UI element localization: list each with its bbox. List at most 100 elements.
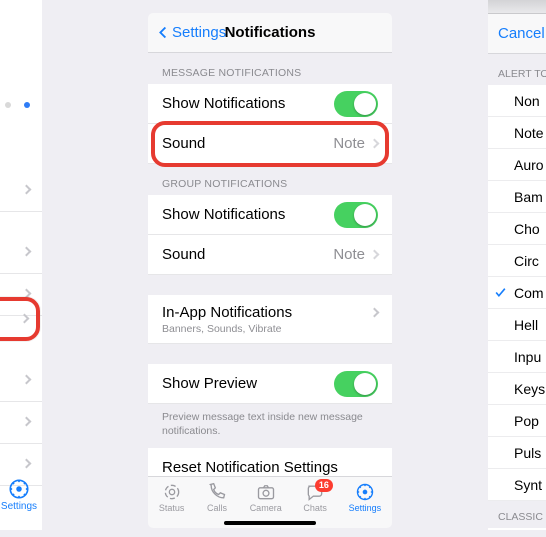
tone-row[interactable]: Puls — [488, 437, 546, 469]
chevron-left-icon — [156, 25, 171, 40]
toggle-switch[interactable] — [334, 202, 378, 228]
tone-row[interactable]: Note — [488, 117, 546, 149]
msg-show-notifications-row[interactable]: Show Notifications — [148, 84, 392, 124]
tone-label: Inpu — [514, 349, 541, 365]
home-indicator — [224, 521, 316, 525]
spacer — [148, 344, 392, 364]
switch-knob — [354, 93, 376, 115]
left-screen-partial: Settings — [0, 0, 42, 530]
tone-label: Hell — [514, 317, 538, 333]
notifications-screen: Settings Notifications MESSAGE NOTIFICAT… — [148, 13, 392, 528]
sheet-grabber — [488, 0, 546, 14]
tone-label: Synt — [514, 477, 542, 493]
section-header-classic: CLASSIC — [488, 501, 546, 528]
cell-label: In-App Notifications — [162, 304, 292, 321]
tone-label: Cho — [514, 221, 540, 237]
tone-row[interactable]: Bam — [488, 181, 546, 213]
tone-row[interactable]: Inpu — [488, 341, 546, 373]
tab-label: Settings — [349, 503, 382, 513]
section-header-group: GROUP NOTIFICATIONS — [148, 164, 392, 195]
gear-icon — [354, 482, 376, 502]
tone-row[interactable]: Keys — [488, 373, 546, 405]
list-item[interactable] — [0, 232, 42, 274]
tone-row[interactable]: Non — [488, 85, 546, 117]
chevron-right-icon — [20, 314, 30, 324]
cell-label: Show Notifications — [162, 95, 285, 112]
cell-label: Sound — [162, 246, 205, 263]
tone-row[interactable]: Synt — [488, 469, 546, 501]
reset-label: Reset Notification Settings — [162, 459, 338, 476]
tone-label: Non — [514, 93, 540, 109]
tab-status[interactable]: Status — [159, 482, 185, 513]
status-icon — [161, 482, 183, 502]
page-indicator-dot — [5, 102, 11, 108]
switch-knob — [354, 204, 376, 226]
tab-calls[interactable]: Calls — [206, 482, 228, 513]
cancel-button[interactable]: Cancel — [498, 25, 545, 42]
show-preview-row[interactable]: Show Preview — [148, 364, 392, 404]
cell-label: Show Notifications — [162, 206, 285, 223]
sound-picker-screen-partial: Cancel ALERT TONES Non Note Auro Bam Cho Circ… — [488, 0, 546, 530]
tab-camera[interactable]: Camera — [250, 482, 282, 513]
tab-label: Camera — [250, 503, 282, 513]
toggle-switch[interactable] — [334, 371, 378, 397]
chats-badge: 16 — [315, 479, 333, 492]
back-label: Settings — [172, 24, 226, 41]
tone-label: Com — [514, 285, 544, 301]
nav-bar: Cancel — [488, 14, 546, 54]
check-icon — [494, 286, 507, 302]
tab-label: Chats — [303, 503, 327, 513]
list-item[interactable] — [0, 402, 42, 444]
spacer — [148, 275, 392, 295]
camera-icon — [255, 482, 277, 502]
cell-label: Show Preview — [162, 375, 257, 392]
tone-row[interactable]: Circ — [488, 245, 546, 277]
chevron-right-icon — [22, 247, 32, 257]
tab-settings[interactable]: Settings — [349, 482, 382, 513]
section-header-alert-tones: ALERT TONES — [488, 54, 546, 85]
tone-row[interactable]: Pop — [488, 405, 546, 437]
preview-footer: Preview message text inside new message … — [148, 404, 392, 448]
list-item[interactable] — [0, 360, 42, 402]
chevron-right-icon — [22, 459, 32, 469]
msg-sound-row[interactable]: Sound Note — [148, 124, 392, 164]
chevron-right-icon — [370, 250, 380, 260]
tone-label: Keys — [514, 381, 545, 397]
tone-label: Circ — [514, 253, 539, 269]
chevron-right-icon — [370, 139, 380, 149]
switch-knob — [354, 373, 376, 395]
tone-list: Non Note Auro Bam Cho Circ Com Hell Inpu Keys Pop P… — [488, 85, 546, 501]
cell-value: Note — [333, 246, 365, 263]
back-button[interactable]: Settings — [156, 24, 226, 41]
chevron-right-icon — [22, 375, 32, 385]
tone-label: Puls — [514, 445, 541, 461]
page-indicator-dot-active — [24, 102, 30, 108]
tab-chats[interactable]: 16 Chats — [303, 482, 327, 513]
tone-label: Pop — [514, 413, 539, 429]
tone-label: Bam — [514, 189, 543, 205]
tone-row[interactable]: Auro — [488, 149, 546, 181]
gear-icon — [8, 478, 30, 500]
list-item[interactable] — [0, 170, 42, 212]
phone-icon — [206, 482, 228, 502]
cell-value: Note — [333, 135, 365, 152]
tone-row[interactable]: Com — [488, 277, 546, 309]
grp-sound-row[interactable]: Sound Note — [148, 235, 392, 275]
tone-row[interactable]: Cho — [488, 213, 546, 245]
tab-label: Status — [159, 503, 185, 513]
tone-label: Auro — [514, 157, 544, 173]
chevron-right-icon — [22, 417, 32, 427]
tone-label: Note — [514, 125, 544, 141]
highlighted-row[interactable] — [0, 297, 40, 341]
tab-settings[interactable]: Settings — [0, 478, 38, 512]
tone-row[interactable]: Hell — [488, 309, 546, 341]
toggle-switch[interactable] — [334, 91, 378, 117]
chevron-right-icon — [22, 185, 32, 195]
section-header-message: MESSAGE NOTIFICATIONS — [148, 53, 392, 84]
inapp-notifications-row[interactable]: In-App Notifications Banners, Sounds, Vi… — [148, 295, 392, 344]
cell-label: Sound — [162, 135, 205, 152]
grp-show-notifications-row[interactable]: Show Notifications — [148, 195, 392, 235]
tab-settings-label: Settings — [0, 501, 38, 512]
chevron-right-icon — [370, 307, 380, 317]
tab-label: Calls — [207, 503, 227, 513]
